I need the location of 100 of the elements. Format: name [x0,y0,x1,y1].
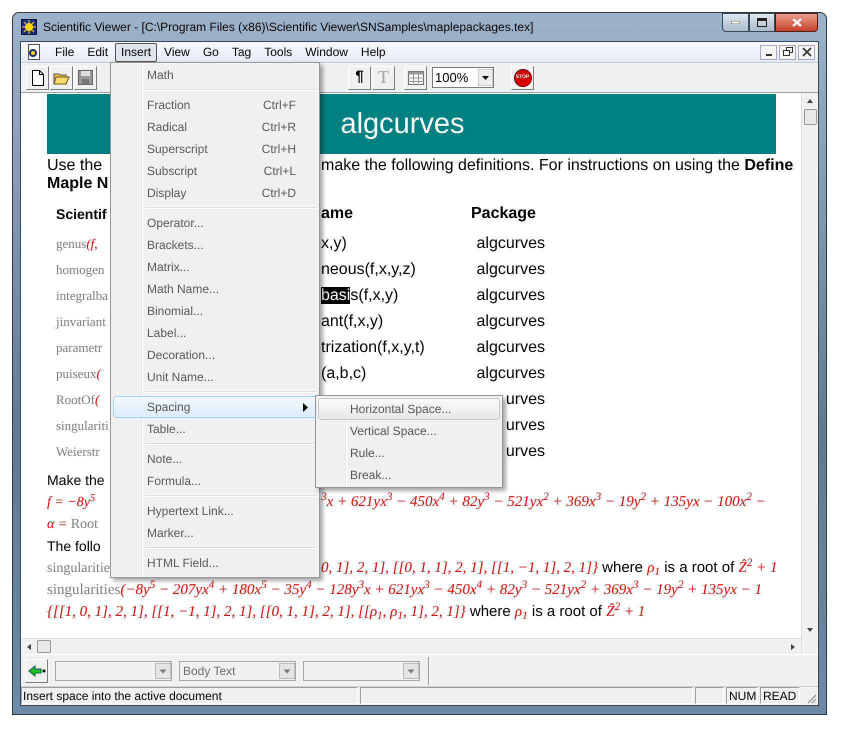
menu-item[interactable]: Matrix... [113,256,317,278]
menu-item[interactable]: Superscript Ctrl+H [113,138,317,160]
style-dropdown[interactable]: Body Text [179,660,296,680]
table-cell: algcurves [476,365,545,383]
save-button[interactable] [74,66,97,90]
zoom-value: 100% [435,68,470,87]
horizontal-scrollbar[interactable] [21,638,801,654]
table-cell: x,y) [321,235,347,252]
paragraph-text: $^{3}$x + 621yx$^{3}$ − 450x$^{4}$ + 82y$^{3}$ − 521yx$^{2}$ + 369x$^{3}$ − 19y$^{2}$ + 135yx − 100x$^{2}$ − [321,493,766,511]
table-cell: trization(f,x,y,t) [321,339,425,356]
menu-item[interactable]: View [158,42,196,62]
maximize-button[interactable] [749,12,775,32]
menu-item[interactable]: Tools [258,42,298,62]
dropdown-arrow-icon [478,69,493,86]
menu-item[interactable]: Brackets... [113,234,317,256]
window-title: Scientific Viewer - [C:\Program Files (x86)\Scientific Viewer\SNSamples\maplepackages.tex] [43,19,534,36]
table-cell: singulariti [56,418,109,433]
table-cell: neous(f,x,y,z) [321,261,416,278]
table-cell: basis(f,x,y) [321,287,398,304]
menu-item[interactable]: Insert [115,42,158,62]
column-header: Scientif [56,206,107,222]
paragraph-text: The follo [47,538,101,554]
menu-item[interactable]: Edit [81,42,114,62]
scroll-thumb[interactable] [37,640,51,653]
menu-item[interactable]: Go [196,42,225,62]
table-cell: homogen [56,262,104,277]
menu-item[interactable]: File [49,42,80,62]
table-cell: parametr [56,340,102,355]
status-panel [695,687,724,704]
menu-item[interactable]: Fraction Ctrl+F [113,94,317,116]
mdi-close-button[interactable] [798,44,815,60]
left-arrow-icon [28,664,46,676]
table-cell: algcurves [476,235,545,253]
table-cell: integralba [56,288,108,303]
menu-item[interactable]: Horizontal Space... [318,398,500,420]
paragraph-text: singularitie [47,560,110,575]
close-button[interactable] [775,12,818,32]
menu-item[interactable]: Spacing [113,396,317,418]
restore-icon [782,46,794,58]
menu-item[interactable]: Table... [113,418,317,440]
column-header: ame [321,205,354,222]
paragraph-text: Maple N [47,175,108,192]
maximize-icon [757,18,767,26]
menu-item[interactable]: Math Name... [113,278,317,300]
back-button[interactable] [25,658,48,682]
paragraph-text: singularities(−8y$^{5}$ − 207yx$^{4}$ + 180x$^{5}$ − 35y$^{4}$ − 128y$^{3}$x + 621yx$^{3}$ − 450x$^{4}$ + 82y$^{3}$ − 521yx$^{2}$ + 369x$^{3}$ − 19y$^{2}$ + 135yx − 1 [47,581,762,599]
minimize-button[interactable] [722,12,749,32]
menu-item[interactable]: Label... [113,322,317,344]
menu-item[interactable]: Display Ctrl+D [113,182,317,204]
menu-item[interactable]: Math [113,64,317,86]
zoom-dropdown[interactable]: 100% [432,67,494,88]
table-button[interactable] [404,66,427,90]
menu-item[interactable]: Radical Ctrl+R [113,116,317,138]
menu-item[interactable]: Note... [113,448,317,470]
table-cell: RootOf( [56,392,100,407]
scroll-thumb[interactable] [804,109,816,125]
menu-item[interactable]: Decoration... [113,344,317,366]
close-icon [800,46,812,58]
minimize-icon [731,20,740,24]
table-cell: ant(f,x,y) [321,313,384,330]
resize-grip-icon[interactable] [805,692,817,704]
app-logo-icon [21,19,37,35]
mdi-restore-button[interactable] [779,44,796,60]
paragraph-text: {[[1, 0, 1], 2, 1], [[1, −1, 1], 2, 1], [[0, 1, 1], 2, 1], [[ρ$_{1}$, ρ$_{1}$, 1], 2, 1]} where ρ$_{1}$ is a root of Ẑ$^{2}$ + 1 [47,603,646,621]
menu-item[interactable]: Binomial... [113,300,317,322]
menu-item[interactable]: Vertical Space... [318,420,500,442]
paragraph-text: Make the [47,472,105,488]
menu-item[interactable]: Rule... [318,442,500,464]
menu-item[interactable]: Formula... [113,470,317,492]
minimize-icon [766,54,772,56]
table-cell: (a,b,c) [321,365,366,382]
blank-page-icon [30,70,44,86]
menu-item[interactable]: Window [299,42,354,62]
status-message: Insert space into the active document [21,687,358,704]
table-cell: urves [506,443,545,461]
menu-item[interactable]: Help [354,42,392,62]
table-cell: urves [506,417,545,435]
table-cell: puiseux( [56,366,101,381]
menu-item[interactable]: HTML Field... [113,552,317,574]
menu-item[interactable]: Hypertext Link... [113,500,317,522]
mdi-minimize-button[interactable] [760,44,777,60]
menu-item[interactable]: Unit Name... [113,366,317,388]
menu-item[interactable]: Subscript Ctrl+L [113,160,317,182]
menu-item[interactable]: Marker... [113,522,317,544]
submenu-arrow-icon [303,402,308,412]
paragraph-marks-button[interactable]: ¶ [348,66,371,90]
table-cell: genus(f, [56,236,98,251]
paragraph-text: 0, 1], 2, 1], [[0, 1, 1], 2, 1], [[1, −1, 1], 2, 1]} where ρ$_{1}$ is a root of Ẑ$^{2}$ + 1 [321,559,778,577]
table-cell: algcurves [476,313,545,331]
table-cell: Weierstr [56,444,100,459]
vertical-scrollbar[interactable] [801,93,818,654]
open-button[interactable] [50,66,73,90]
column-header: Package [471,205,536,224]
menu-item[interactable]: Break... [318,464,500,486]
new-button[interactable] [26,66,49,90]
paragraph-text: Use the [47,157,102,174]
document-heading: algcurves [340,107,465,142]
menu-item[interactable]: Operator... [113,212,317,234]
menu-item[interactable]: Tag [226,42,258,62]
document-icon[interactable] [26,44,42,60]
